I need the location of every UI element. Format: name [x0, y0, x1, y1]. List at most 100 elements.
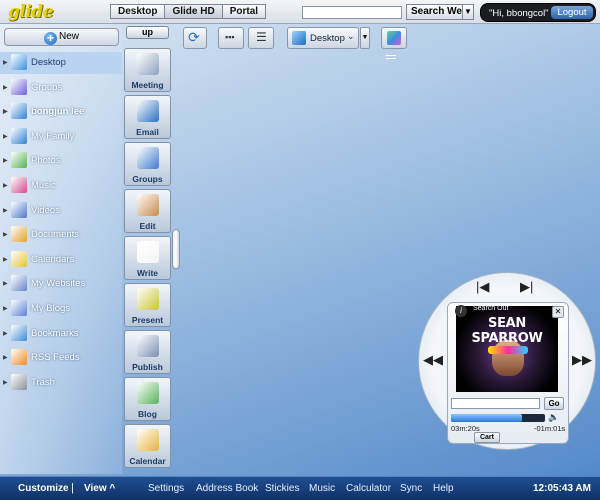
- chevron-down-icon[interactable]: ⌄: [347, 31, 355, 42]
- groups-icon: [11, 78, 27, 95]
- track-progress-bar[interactable]: [451, 414, 545, 422]
- search-input[interactable]: [302, 6, 402, 19]
- taskbar-link-address-book[interactable]: Address Book: [196, 483, 258, 494]
- app-button-edit[interactable]: Edit: [124, 189, 171, 233]
- sidebar-item[interactable]: ▶ bongjun lee: [0, 101, 122, 123]
- scroll-up-button[interactable]: up: [126, 26, 169, 39]
- bookmarks-icon: [11, 324, 27, 341]
- new-button-label: New: [58, 31, 79, 42]
- sidebar-item[interactable]: ▶ Groups: [0, 77, 122, 99]
- sidebar-item[interactable]: ▶ Bookmarks: [0, 323, 122, 345]
- sidebar-item[interactable]: ▶ RSS Feeds: [0, 347, 122, 369]
- app-button-meeting[interactable]: Meeting: [124, 48, 171, 92]
- fast-forward-icon[interactable]: ▶▶: [572, 352, 592, 368]
- app-button-email[interactable]: Email: [124, 95, 171, 139]
- refresh-icon: ⟳: [188, 29, 200, 45]
- taskbar-separator: |: [71, 482, 74, 494]
- app-button-calendar[interactable]: Calendar: [124, 424, 171, 468]
- expand-arrow-icon[interactable]: ▶: [3, 59, 8, 66]
- track-search-input[interactable]: [451, 398, 540, 409]
- expand-arrow-icon[interactable]: ▶: [3, 231, 8, 238]
- tab-portal[interactable]: Portal: [221, 4, 267, 19]
- sidebar-item-label: Documents: [31, 229, 80, 241]
- close-icon[interactable]: ✕: [552, 306, 564, 318]
- widgets-button[interactable]: [381, 27, 407, 49]
- sidebar-item-label: Videos: [31, 204, 60, 216]
- taskbar-link-sync[interactable]: Sync: [400, 483, 422, 494]
- expand-arrow-icon[interactable]: ▶: [3, 354, 8, 361]
- publish-icon: [137, 335, 159, 357]
- sidebar-item[interactable]: ▶ Videos: [0, 200, 122, 222]
- logout-button[interactable]: Logout: [551, 6, 593, 19]
- taskbar-link-settings[interactable]: Settings: [148, 483, 184, 494]
- sidebar-item-label: RSS Feeds: [31, 352, 80, 364]
- desktop-options-dropdown[interactable]: ▼: [360, 27, 370, 49]
- customize-button[interactable]: Customize: [18, 483, 69, 494]
- sidebar-item[interactable]: ▶ My Websites: [0, 273, 122, 295]
- app-button-publish[interactable]: Publish: [124, 330, 171, 374]
- icon-view-button[interactable]: ▪▪▪: [218, 27, 244, 49]
- sidebar-item[interactable]: ▶ Trash: [0, 372, 122, 394]
- expand-arrow-icon[interactable]: ▶: [3, 207, 8, 214]
- taskbar-link-help[interactable]: Help: [433, 483, 454, 494]
- sidebar-item-label: bongjun lee: [31, 106, 85, 118]
- tab-glide-hd[interactable]: Glide HD: [164, 4, 223, 19]
- websites-icon: [11, 275, 27, 292]
- volume-icon[interactable]: 🔈: [548, 412, 559, 423]
- panel-splitter-handle[interactable]: [172, 229, 180, 269]
- expand-arrow-icon[interactable]: ▶: [3, 280, 8, 287]
- taskbar-link-stickies[interactable]: Stickies: [265, 483, 299, 494]
- next-track-icon[interactable]: ▶|: [520, 279, 533, 295]
- desktop-icon: [11, 54, 27, 70]
- expand-arrow-icon[interactable]: ▶: [3, 379, 8, 386]
- sidebar-item-label: Bookmarks: [31, 327, 79, 339]
- expand-arrow-icon[interactable]: ▶: [3, 133, 8, 140]
- sidebar-item-label: Photos: [31, 155, 61, 167]
- go-button[interactable]: Go: [544, 397, 564, 410]
- trash-icon: [11, 373, 27, 390]
- previous-track-icon[interactable]: |◀: [476, 279, 489, 295]
- refresh-button[interactable]: ⟳: [183, 27, 207, 49]
- write-icon: [137, 241, 159, 263]
- expand-arrow-icon[interactable]: ▶: [3, 157, 8, 164]
- app-button-write[interactable]: Write: [124, 236, 171, 280]
- sidebar-item[interactable]: ▶ Music: [0, 175, 122, 197]
- view-menu[interactable]: View ^: [84, 483, 115, 494]
- app-button-label: Calendar: [129, 456, 166, 466]
- time-remaining: -01m:01s: [534, 424, 566, 433]
- expand-arrow-icon[interactable]: ▶: [3, 84, 8, 91]
- sidebar-item[interactable]: ▶ My Family: [0, 126, 122, 148]
- app-button-label: Meeting: [131, 80, 164, 90]
- sidebar-item[interactable]: ▶ Photos: [0, 150, 122, 172]
- rewind-icon[interactable]: ◀◀: [423, 352, 443, 368]
- desktop-icon: [292, 31, 306, 45]
- meeting-icon: [137, 53, 159, 75]
- family-icon: [11, 127, 27, 144]
- expand-arrow-icon[interactable]: ▶: [3, 108, 8, 115]
- app-button-groups[interactable]: Groups: [124, 142, 171, 186]
- expand-arrow-icon[interactable]: ▶: [3, 182, 8, 189]
- taskbar-link-calculator[interactable]: Calculator: [346, 483, 391, 494]
- info-icon[interactable]: i: [455, 305, 467, 317]
- tab-desktop[interactable]: Desktop: [110, 4, 166, 19]
- search-options-dropdown[interactable]: ▼: [462, 4, 474, 20]
- sidebar-item[interactable]: ▶ Calendars: [0, 249, 122, 271]
- grid-view-icon: ▪▪▪: [225, 32, 235, 42]
- app-button-present[interactable]: Present: [124, 283, 171, 327]
- taskbar-link-music[interactable]: Music: [309, 483, 335, 494]
- drag-handle-icon[interactable]: [386, 55, 396, 59]
- glide-logo[interactable]: glide: [8, 2, 54, 22]
- sidebar-item[interactable]: ▶ Desktop: [0, 52, 122, 74]
- sidebar-item[interactable]: ▶ Documents: [0, 224, 122, 246]
- list-view-button[interactable]: ☰: [248, 27, 274, 49]
- expand-arrow-icon[interactable]: ▶: [3, 330, 8, 337]
- expand-arrow-icon[interactable]: ▶: [3, 305, 8, 312]
- cart-button[interactable]: Cart: [474, 432, 500, 443]
- sidebar-item[interactable]: ▶ My Blogs: [0, 298, 122, 320]
- new-button[interactable]: + New: [4, 28, 119, 46]
- app-button-blog[interactable]: Blog: [124, 377, 171, 421]
- album-art-glasses: [488, 346, 528, 354]
- blogs-icon: [11, 300, 27, 316]
- plus-icon: +: [43, 32, 57, 45]
- expand-arrow-icon[interactable]: ▶: [3, 256, 8, 263]
